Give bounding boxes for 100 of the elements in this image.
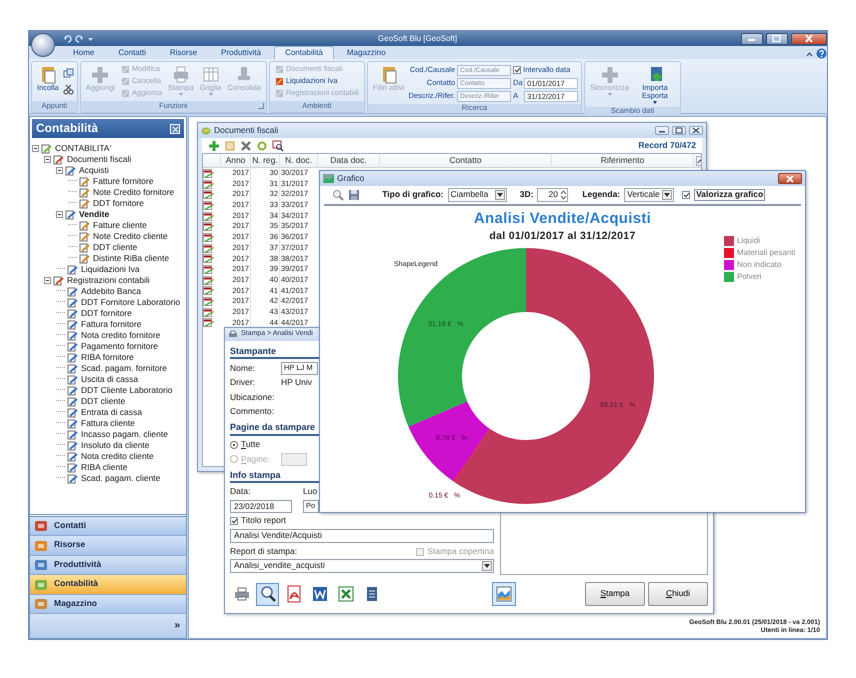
- tree-item[interactable]: RIBA fornitore: [80, 352, 135, 362]
- minimize-button[interactable]: [741, 32, 763, 44]
- tree-item[interactable]: Distinte RiBa cliente: [92, 254, 170, 264]
- undo-icon[interactable]: [63, 34, 72, 43]
- ribbon-tab[interactable]: Magazzino: [336, 46, 397, 59]
- tree-item[interactable]: Nota credito fornitore: [80, 330, 162, 340]
- tree-item[interactable]: Nota credito cliente: [80, 452, 155, 462]
- report-select[interactable]: Analisi_vendite_acquisti: [230, 559, 494, 574]
- tree-item[interactable]: DDT cliente: [92, 242, 138, 252]
- output-button[interactable]: [256, 582, 279, 606]
- radio-button[interactable]: [230, 440, 238, 449]
- ribbon-tab[interactable]: Contabilità: [274, 46, 334, 59]
- nav-button[interactable]: Magazzino: [30, 594, 186, 614]
- tree-item[interactable]: Note Credito cliente: [92, 232, 169, 242]
- zoom-icon[interactable]: [332, 189, 344, 201]
- tree-item[interactable]: Scad. pagam. cliente: [80, 474, 162, 484]
- close-button[interactable]: [778, 173, 802, 184]
- tree-item[interactable]: Acquisti: [78, 166, 110, 176]
- tree-item[interactable]: DDT cliente: [80, 396, 126, 406]
- tree-item[interactable]: DDT Cliente Laboratorio: [80, 386, 174, 396]
- checkbox[interactable]: [513, 66, 522, 74]
- copy-icon[interactable]: [62, 68, 74, 79]
- report-title-field[interactable]: Analisi Vendite/Acquisti: [230, 528, 494, 543]
- collapse-icon[interactable]: [44, 277, 51, 284]
- dropdown-icon[interactable]: [87, 35, 94, 42]
- dialog-button[interactable]: Chiudi: [648, 582, 708, 606]
- document-icon: [67, 286, 78, 296]
- tree-item[interactable]: DDT Fornitore Laboratorio: [80, 298, 182, 308]
- nav-button[interactable]: Contatti: [30, 516, 186, 536]
- checkbox[interactable]: [682, 191, 690, 199]
- tree-item[interactable]: Registrazioni contabili: [66, 276, 151, 286]
- tree-item[interactable]: Note Credito fornitore: [92, 188, 176, 198]
- pages-field[interactable]: [280, 452, 307, 466]
- ribbon-tab[interactable]: Contatti: [107, 46, 157, 59]
- minimize-button[interactable]: [655, 126, 669, 135]
- search-icon[interactable]: [272, 140, 284, 152]
- checkbox[interactable]: [230, 517, 238, 526]
- tree-item[interactable]: Incasso pagam. cliente: [80, 430, 169, 440]
- column-header[interactable]: N. reg.: [251, 154, 280, 168]
- chart-button[interactable]: [492, 582, 516, 606]
- column-header[interactable]: Contatto: [380, 154, 552, 168]
- redo-icon[interactable]: [75, 34, 84, 43]
- tree-item[interactable]: Liquidazioni Iva: [80, 264, 141, 274]
- close-button[interactable]: [689, 126, 703, 135]
- tree-item[interactable]: Insoluto da cliente: [80, 440, 151, 450]
- tree-item[interactable]: DDT fornitore: [92, 198, 145, 208]
- maximize-button[interactable]: [672, 126, 686, 135]
- ribbon-tab[interactable]: Home: [62, 46, 106, 59]
- nav-button[interactable]: Risorse: [30, 536, 186, 556]
- document-icon: [67, 386, 78, 396]
- date-field[interactable]: 23/02/2018: [230, 500, 292, 514]
- help-icon[interactable]: [816, 48, 827, 59]
- dialog-button[interactable]: Stampa: [585, 582, 645, 606]
- tree-item[interactable]: Fattura cliente: [80, 418, 136, 428]
- tree-item[interactable]: Entrata di cassa: [80, 408, 143, 418]
- more-button[interactable]: »: [174, 620, 180, 632]
- collapse-ribbon-icon[interactable]: [805, 50, 814, 59]
- ribbon-tab[interactable]: Risorse: [158, 46, 208, 59]
- tree-item[interactable]: Addebito Banca: [80, 286, 142, 296]
- document-icon: [65, 166, 76, 176]
- delete-icon[interactable]: [240, 140, 252, 152]
- collapse-icon[interactable]: [32, 145, 39, 152]
- document-icon: [120, 77, 130, 86]
- column-header[interactable]: N. doc.: [280, 154, 318, 168]
- depth-spinner[interactable]: 20: [537, 188, 568, 202]
- collapse-icon[interactable]: [56, 211, 63, 218]
- save-icon[interactable]: [348, 189, 360, 201]
- document-icon: [79, 254, 90, 264]
- tree-item[interactable]: DDT fornitore: [80, 308, 133, 318]
- legend-select[interactable]: Verticale: [624, 188, 674, 202]
- tree-item[interactable]: RIBA cliente: [80, 462, 128, 472]
- chart-type-select[interactable]: Ciambella: [448, 188, 507, 202]
- tree-item[interactable]: Fattura fornitore: [80, 320, 142, 330]
- tree-item[interactable]: Fatture fornitore: [92, 176, 154, 186]
- tree-item[interactable]: Documenti fiscali: [66, 154, 132, 164]
- cut-icon[interactable]: [62, 84, 74, 95]
- nav-button[interactable]: Produttività: [30, 556, 186, 575]
- caret-icon: [497, 193, 503, 197]
- add-icon[interactable]: [208, 140, 220, 152]
- field-label: 3D:: [520, 190, 534, 200]
- tree-item[interactable]: CONTABILITA': [54, 144, 112, 154]
- tree-item[interactable]: Scad. pagam. fornitore: [80, 364, 168, 374]
- tree-item[interactable]: Fatture cliente: [92, 220, 148, 230]
- module-icon: [34, 578, 48, 591]
- close-button[interactable]: [791, 32, 827, 44]
- ribbon-tab[interactable]: Produttività: [210, 46, 272, 59]
- column-header[interactable]: Riferimento: [552, 154, 694, 168]
- window-title: GeoSoft Blu [GeoSoft]: [376, 34, 458, 44]
- legend-label: Liquidi: [737, 236, 760, 246]
- nav-button[interactable]: Contabilità: [30, 575, 186, 594]
- collapse-icon[interactable]: [56, 167, 63, 174]
- grid-icon: [202, 65, 220, 84]
- collapse-icon[interactable]: [44, 156, 51, 163]
- tree-item[interactable]: Uscita di cassa: [80, 374, 140, 384]
- tree-item[interactable]: Pagamento fornitore: [80, 342, 160, 352]
- column-header[interactable]: Data doc.: [318, 154, 380, 168]
- column-header[interactable]: Anno: [221, 154, 251, 168]
- tree-item[interactable]: Vendite: [78, 210, 110, 220]
- dialog-launcher-icon[interactable]: [258, 103, 264, 109]
- maximize-button[interactable]: [766, 32, 788, 44]
